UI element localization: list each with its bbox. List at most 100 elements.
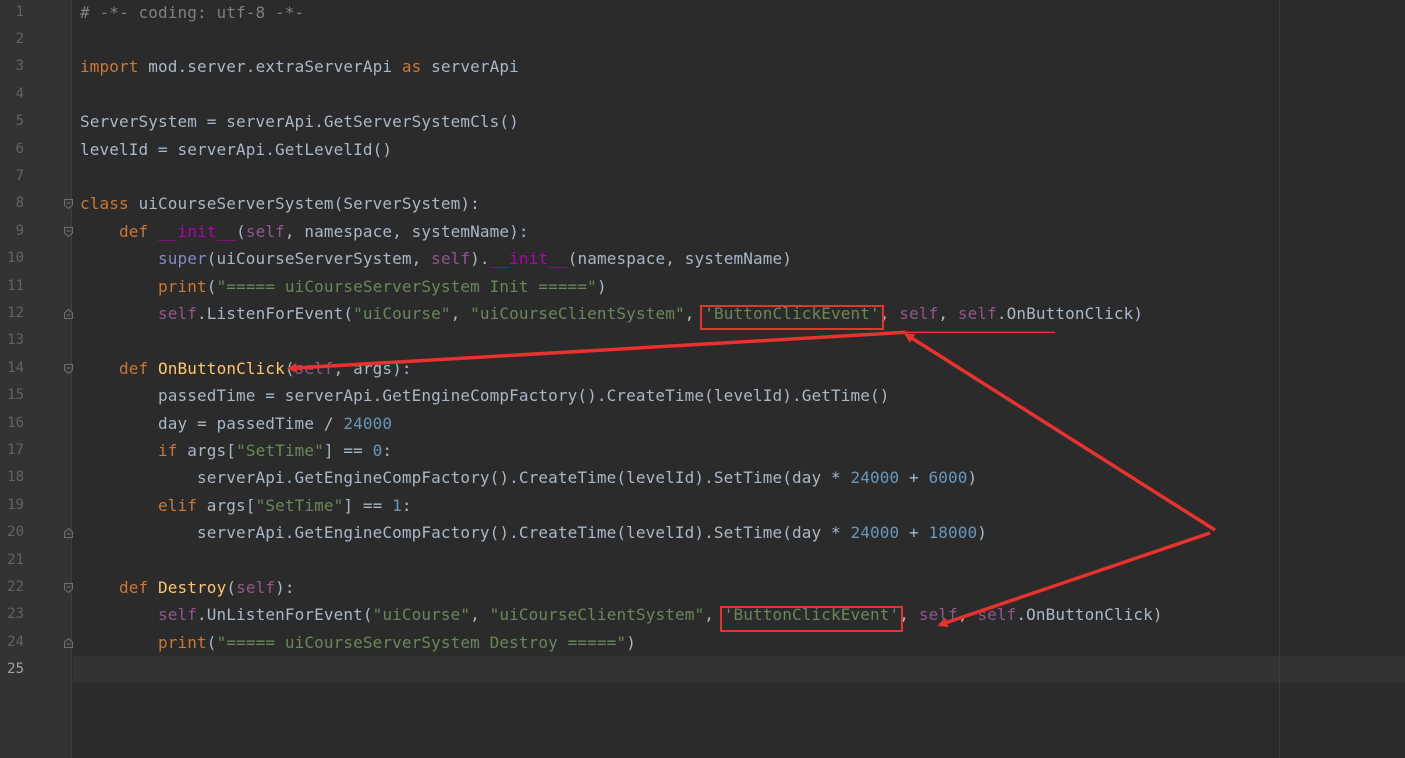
code-token: as: [401, 57, 422, 77]
code-token: (: [206, 632, 217, 652]
code-line[interactable]: print("===== uiCourseServerSystem Destro…: [80, 629, 636, 656]
line-number: 6: [15, 140, 24, 157]
code-token: serverApi.GetEngineCompFactory().CreateT…: [80, 523, 851, 543]
code-token: print: [158, 632, 207, 652]
line-number: 15: [7, 387, 24, 404]
line-number: 25: [7, 661, 24, 678]
code-line[interactable]: day = passedTime / 24000: [80, 410, 392, 437]
code-line[interactable]: def Destroy(self):: [80, 574, 295, 601]
line-number: 8: [15, 195, 24, 212]
line-number: 16: [7, 414, 24, 431]
code-token: day = passedTime /: [80, 413, 344, 433]
fold-close-icon[interactable]: [64, 308, 73, 319]
line-number: 14: [7, 359, 24, 376]
code-token: mod.server.extraServerApi: [138, 57, 402, 77]
code-editor[interactable]: 1 2 3 4 5 6 7 8 9 10 11 12 13 14 15 16 17 18 19 20 21 22 23 24 2…: [0, 0, 1405, 758]
code-line[interactable]: class uiCourseServerSystem(ServerSystem)…: [80, 190, 480, 217]
line-number: 21: [7, 551, 24, 568]
fold-open-icon[interactable]: [64, 582, 73, 593]
code-token: self: [236, 577, 276, 597]
code-token: OnButtonClick: [158, 358, 285, 378]
code-token: (: [284, 358, 295, 378]
line-number: 3: [15, 58, 24, 75]
code-token: if: [158, 440, 178, 460]
code-token: "SetTime": [236, 440, 324, 460]
code-token: passedTime = serverApi.GetEngineCompFact…: [80, 386, 890, 406]
code-token: :: [401, 495, 412, 515]
line-number: 5: [15, 113, 24, 130]
fold-close-icon[interactable]: [64, 528, 73, 539]
code-token: (: [226, 577, 237, 597]
code-token: .OnButtonClick): [996, 303, 1144, 323]
code-line[interactable]: elif args["SetTime"] == 1:: [80, 492, 412, 519]
code-token: 18000: [928, 523, 978, 543]
line-number-gutter: 1 2 3 4 5 6 7 8 9 10 11 12 13 14 15 16 17 18 19 20 21 22 23 24 2…: [0, 0, 73, 758]
code-token: ] ==: [343, 495, 393, 515]
code-token: import: [80, 57, 139, 77]
line-number: 13: [7, 332, 24, 349]
code-token: ): [626, 632, 636, 652]
code-line[interactable]: def OnButtonClick(self, args):: [80, 355, 412, 382]
code-token: self: [957, 303, 997, 323]
code-token: serverApi: [421, 57, 519, 77]
code-line[interactable]: def __init__(self, namespace, systemName…: [80, 218, 529, 245]
code-line[interactable]: self.UnListenForEvent("uiCourse", "uiCou…: [80, 601, 1163, 628]
line-number: 9: [15, 222, 24, 239]
code-token: self: [294, 358, 334, 378]
code-line[interactable]: import mod.server.extraServerApi as serv…: [80, 53, 519, 80]
right-margin-guide: [1279, 0, 1280, 758]
code-line[interactable]: serverApi.GetEngineCompFactory().CreateT…: [80, 519, 987, 546]
line-number: 2: [15, 30, 24, 47]
code-line[interactable]: passedTime = serverApi.GetEngineCompFact…: [80, 382, 889, 409]
highlight-box: [719, 606, 904, 632]
line-number: 23: [7, 606, 24, 623]
code-area[interactable]: # -*- coding: utf-8 -*- import mod.server…: [80, 0, 1270, 758]
code-line[interactable]: self.ListenForEvent("uiCourse", "uiCours…: [80, 300, 1143, 327]
code-line[interactable]: if args["SetTime"] == 0:: [80, 437, 392, 464]
code-token: def: [119, 221, 149, 241]
code-token: class: [80, 194, 129, 214]
code-token: args[: [197, 495, 256, 515]
code-token: ).: [470, 249, 490, 269]
code-token: , args):: [333, 358, 412, 378]
code-token: levelId = serverApi.GetLevelId(): [80, 139, 393, 159]
fold-open-icon[interactable]: [64, 363, 73, 374]
code-token: , namespace, systemName):: [284, 221, 529, 241]
code-token: .ListenForEvent(: [197, 303, 354, 323]
code-line[interactable]: ServerSystem = serverApi.GetServerSystem…: [80, 108, 519, 135]
code-token: __init__: [489, 249, 568, 269]
code-token: super: [158, 249, 207, 269]
code-line[interactable]: serverApi.GetEngineCompFactory().CreateT…: [80, 464, 977, 491]
code-token: self: [158, 605, 198, 625]
line-number: 12: [7, 304, 24, 321]
code-token: .OnButtonClick): [1016, 605, 1163, 625]
line-number: 19: [7, 496, 24, 513]
fold-open-icon[interactable]: [64, 226, 73, 237]
fold-open-icon[interactable]: [64, 199, 73, 210]
code-token: "uiCourse": [353, 303, 451, 323]
line-number: 4: [15, 85, 24, 102]
code-token: ): [596, 276, 607, 296]
code-token: # -*- coding: utf-8 -*-: [80, 2, 305, 22]
code-line[interactable]: super(uiCourseServerSystem, self).__init…: [80, 245, 792, 272]
fold-close-icon[interactable]: [64, 637, 73, 648]
line-number: 10: [7, 250, 24, 267]
code-line[interactable]: print("===== uiCourseServerSystem Init =…: [80, 273, 607, 300]
code-token: __init__: [158, 221, 237, 241]
code-token: self: [899, 303, 939, 323]
line-number: 7: [15, 167, 24, 184]
code-line[interactable]: levelId = serverApi.GetLevelId(): [80, 136, 392, 163]
code-token: ServerSystem = serverApi.GetServerSystem…: [80, 112, 519, 132]
code-line[interactable]: # -*- coding: utf-8 -*-: [80, 0, 304, 26]
line-number: 18: [7, 469, 24, 486]
